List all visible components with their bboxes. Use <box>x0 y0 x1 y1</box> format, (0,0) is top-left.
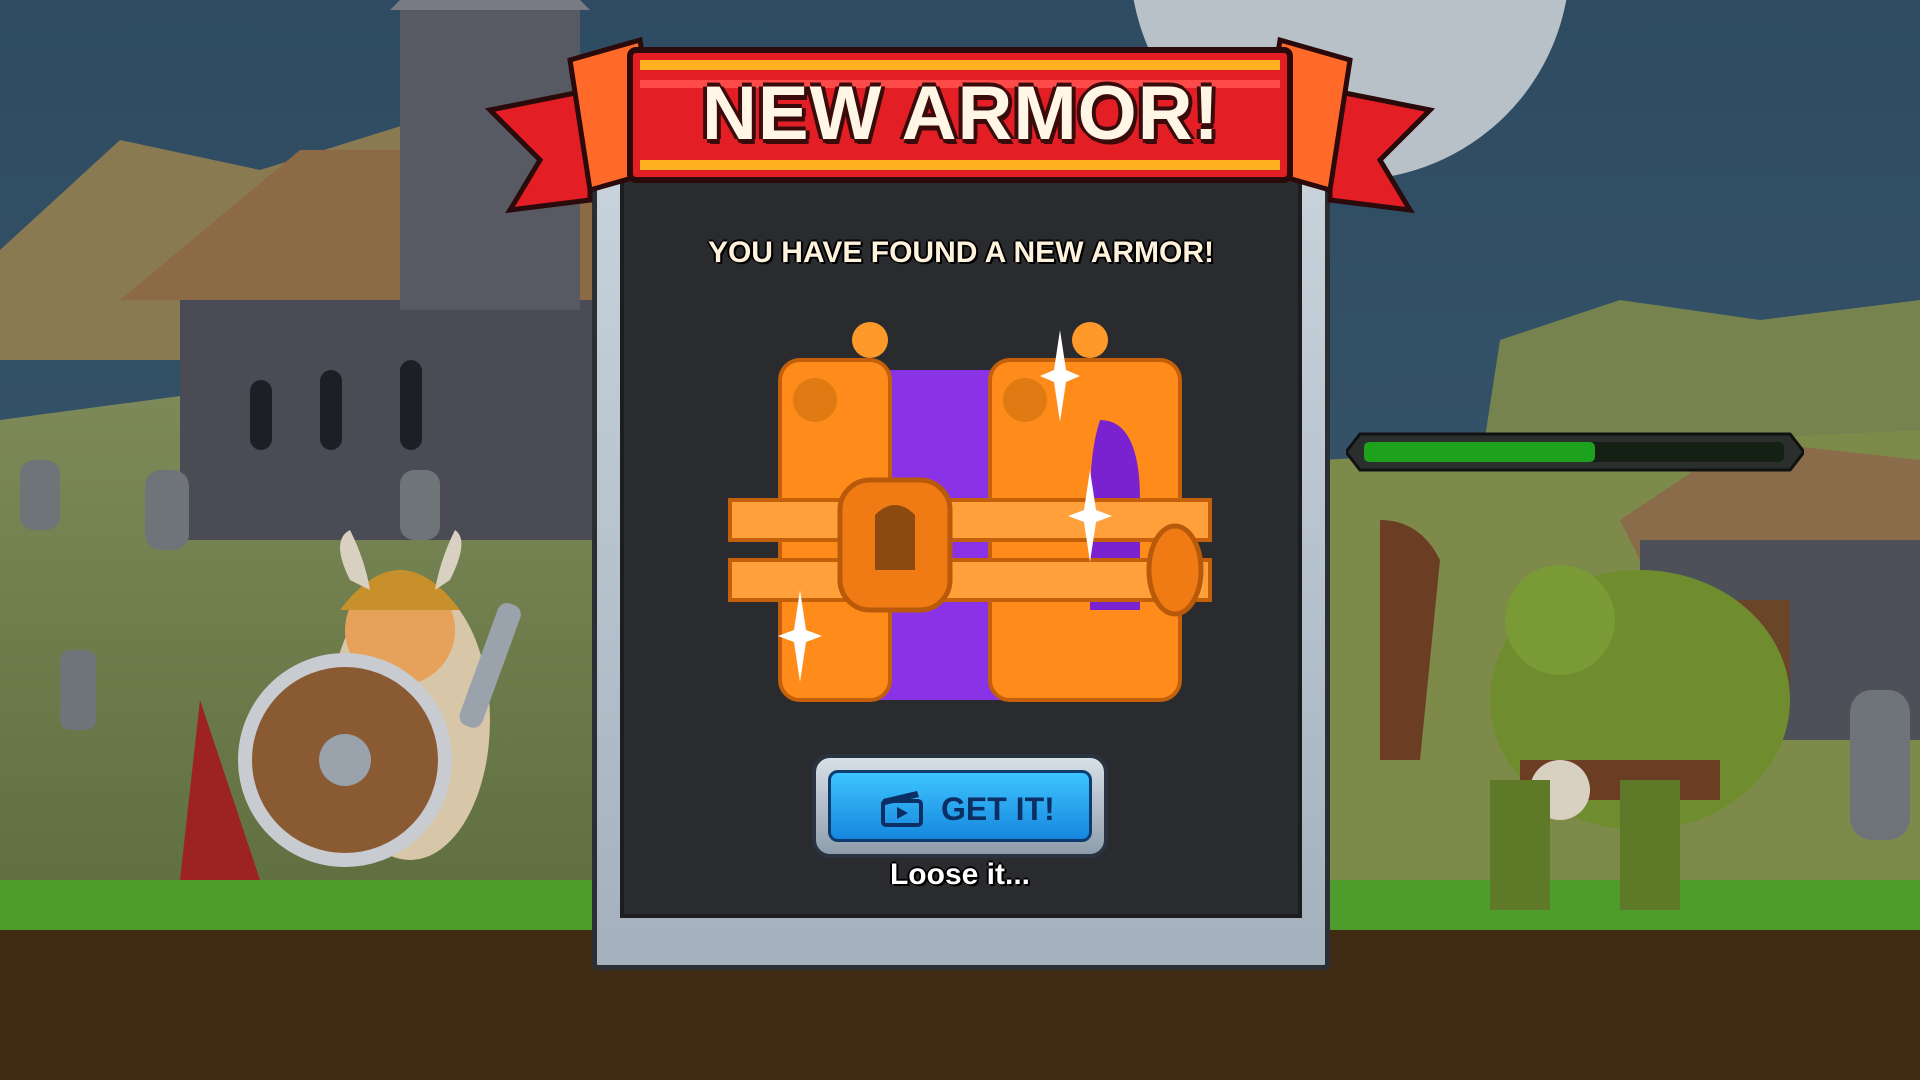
get-it-button-face[interactable]: GET IT! <box>828 770 1092 842</box>
loose-it-link[interactable]: Loose it... <box>820 858 1100 892</box>
gravestone-right <box>1850 690 1910 840</box>
video-clapper-icon <box>881 791 923 827</box>
popup-subtitle: YOU HAVE FOUND A NEW ARMOR! <box>707 236 1215 269</box>
popup-title: NEW ARMOR! <box>702 71 1220 156</box>
get-it-button[interactable]: GET IT! <box>812 754 1108 858</box>
enemy-health-bar <box>1346 432 1804 472</box>
enemy-health-fill <box>1364 442 1595 462</box>
get-it-label: GET IT! <box>941 791 1055 827</box>
armor-chest <box>728 322 1212 702</box>
